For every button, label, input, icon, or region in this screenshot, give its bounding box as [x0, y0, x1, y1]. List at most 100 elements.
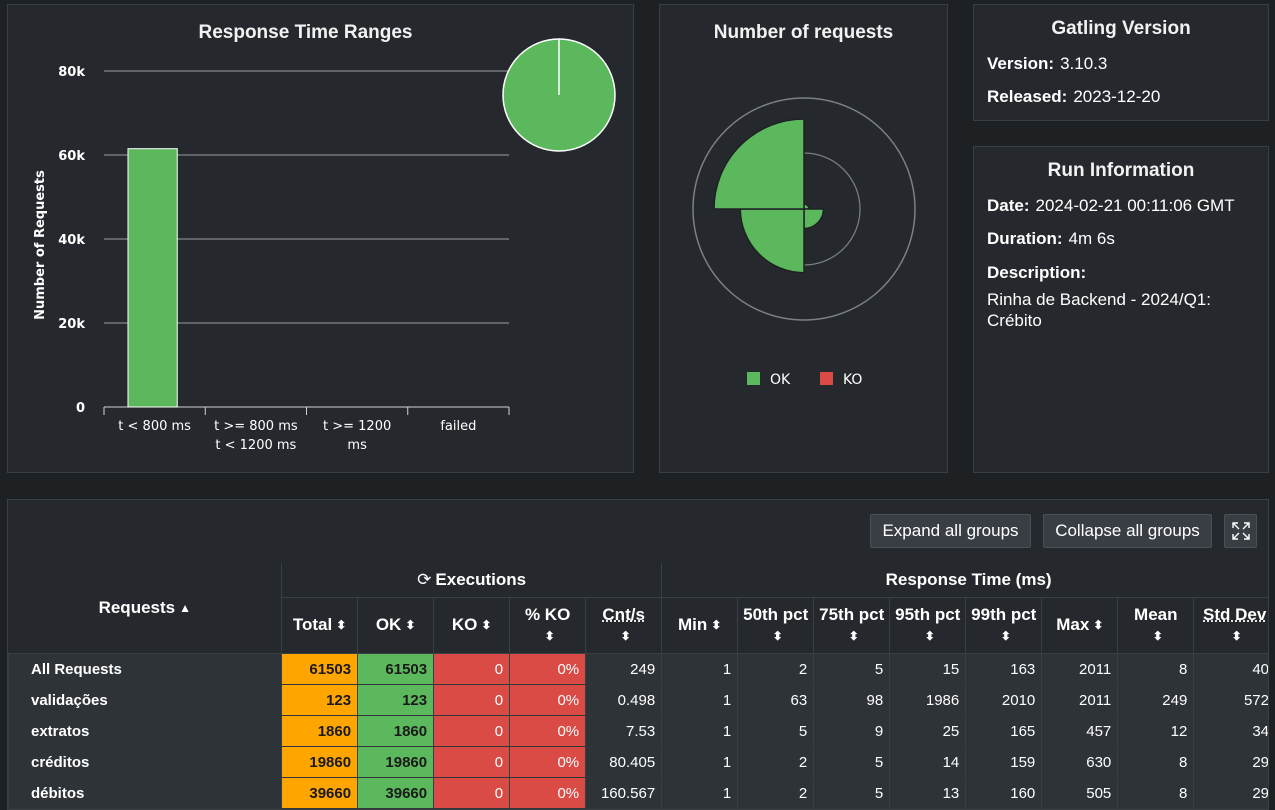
y-axis-label: Number of Requests	[33, 170, 48, 320]
sort-icon: ⬍	[924, 628, 935, 643]
table-cell: 8	[1117, 777, 1194, 809]
legend-swatch-ok[interactable]	[747, 372, 760, 385]
requests-header-label: Requests	[98, 597, 176, 617]
table-cell: 80.405	[585, 746, 662, 778]
released-line: Released: 2023-12-20	[987, 87, 1160, 107]
column-header-label: Max	[1056, 615, 1090, 635]
x-category-label: t >= 800 ms	[214, 419, 298, 434]
table-row[interactable]: créditos 19860 19860 0 0% 80.405 1 2 5 14 159 630 8 2…	[8, 746, 1268, 778]
table-cell: 572	[1193, 684, 1268, 716]
table-row[interactable]: All Requests 61503 61503 0 0% 249 1 2 5 15 163 2011…	[8, 653, 1268, 685]
table-cell: 160	[965, 777, 1042, 809]
table-cell: 15	[889, 653, 966, 685]
response-time-group-header: Response Time (ms)	[661, 563, 1268, 598]
column-header-cnt-s[interactable]: Cnt/s ⬍	[585, 597, 662, 655]
table-cell: 1	[661, 684, 738, 716]
column-header-ok[interactable]: OK ⬍	[357, 597, 434, 655]
date-label: Date:	[987, 196, 1030, 215]
table-row[interactable]: extratos 1860 1860 0 0% 7.53 1 5 9 25 165 457 12 34	[8, 715, 1268, 747]
x-category-label: failed	[440, 419, 476, 434]
request-name: débitos	[8, 777, 282, 809]
table-cell: 19860	[357, 746, 434, 778]
table-cell: 40	[1193, 653, 1268, 685]
table-cell: 2	[737, 653, 814, 685]
polar-slice-3	[713, 118, 805, 210]
table-cell: 9	[813, 715, 890, 747]
column-header-75th-pct[interactable]: 75th pct ⬍	[813, 597, 890, 655]
table-row[interactable]: débitos 39660 39660 0 0% 160.567 1 2 5 13 160 505 8 2…	[8, 777, 1268, 809]
column-header-50th-pct[interactable]: 50th pct ⬍	[737, 597, 814, 655]
gatling-version-title: Gatling Version	[1051, 18, 1191, 39]
sort-icon: ⬍	[620, 628, 631, 643]
y-tick-label: 80k	[58, 65, 85, 80]
request-name: All Requests	[8, 653, 282, 685]
table-cell: 0	[433, 653, 510, 685]
column-header-max[interactable]: Max ⬍	[1041, 597, 1118, 655]
y-tick-label: 0	[76, 401, 85, 416]
expand-all-groups-button[interactable]: Expand all groups	[870, 514, 1031, 548]
table-cell: 630	[1041, 746, 1118, 778]
version-value: 3.10.3	[1060, 54, 1108, 73]
fullscreen-button[interactable]	[1224, 514, 1257, 548]
table-cell: 5	[813, 746, 890, 778]
run-information-title: Run Information	[1047, 160, 1195, 181]
table-cell: 0%	[509, 746, 586, 778]
table-row[interactable]: validações 123 123 0 0% 0.498 1 63 98 1986 2010 201…	[8, 684, 1268, 716]
run-information-panel: Run Information Date: 2024-02-21 00:11:06…	[973, 146, 1269, 473]
description-label-line: Description:	[987, 263, 1092, 283]
date-value: 2024-02-21 00:11:06 GMT	[1035, 196, 1235, 215]
duration-line: Duration: 4m 6s	[987, 229, 1115, 249]
y-tick-label: 40k	[58, 233, 85, 248]
legend-label-ok[interactable]: OK	[770, 372, 791, 388]
column-header-label: 95th pct	[895, 604, 961, 624]
column-header-label: 99th pct	[971, 604, 1037, 624]
request-name: validações	[8, 684, 282, 716]
legend-label-ko[interactable]: KO	[843, 372, 862, 388]
column-header-std-dev[interactable]: Std Dev ⬍	[1193, 597, 1268, 655]
column-header-label: Std Dev	[1203, 604, 1267, 624]
table-cell: 159	[965, 746, 1042, 778]
table-cell: 12	[1117, 715, 1194, 747]
executions-group-header: ⟳ Executions	[281, 563, 662, 598]
sort-up-icon: ▲	[179, 601, 191, 615]
table-cell: 39660	[281, 777, 358, 809]
column-header-mean[interactable]: Mean ⬍	[1117, 597, 1194, 655]
bar-0	[127, 148, 178, 408]
table-cell: 505	[1041, 777, 1118, 809]
executions-header-label: Executions	[435, 570, 527, 590]
table-cell: 2011	[1041, 653, 1118, 685]
table-cell: 123	[281, 684, 358, 716]
legend-swatch-ko[interactable]	[820, 372, 833, 385]
column-header-label: 75th pct	[819, 604, 885, 624]
expand-arrows-icon	[1231, 522, 1250, 540]
collapse-all-groups-button[interactable]: Collapse all groups	[1043, 514, 1212, 548]
table-cell: 5	[813, 777, 890, 809]
column-header-label: 50th pct	[743, 604, 809, 624]
sort-icon: ⬍	[772, 628, 783, 643]
description-label: Description:	[987, 263, 1087, 282]
x-category-label: ms	[347, 438, 367, 453]
table-cell: 160.567	[585, 777, 662, 809]
column-header-ko[interactable]: KO ⬍	[433, 597, 510, 655]
requests-column-header[interactable]: Requests ▲	[8, 563, 282, 654]
column-header-95th-pct[interactable]: 95th pct ⬍	[889, 597, 966, 655]
table-cell: 61503	[357, 653, 434, 685]
column-header-min[interactable]: Min ⬍	[661, 597, 738, 655]
duration-label: Duration:	[987, 229, 1063, 248]
column-header--ko[interactable]: % KO ⬍	[509, 597, 586, 655]
column-header-total[interactable]: Total ⬍	[281, 597, 358, 655]
sort-icon: ⬍	[405, 618, 416, 633]
response-time-ranges-chart: 0 20k 40k 60k 80k Number of Requests t < 800 m…	[33, 38, 616, 453]
table-cell: 1	[661, 653, 738, 685]
table-cell: 25	[889, 715, 966, 747]
column-header-label: Cnt/s	[602, 604, 645, 624]
sort-icon: ⬍	[711, 618, 722, 633]
table-cell: 249	[1117, 684, 1194, 716]
table-cell: 0	[433, 684, 510, 716]
column-header-99th-pct[interactable]: 99th pct ⬍	[965, 597, 1042, 655]
table-cell: 5	[737, 715, 814, 747]
table-cell: 0%	[509, 777, 586, 809]
description-value: Rinha de Backend - 2024/Q1: Crébito	[987, 290, 1211, 330]
table-cell: 8	[1117, 653, 1194, 685]
y-tick-label: 20k	[58, 317, 85, 332]
